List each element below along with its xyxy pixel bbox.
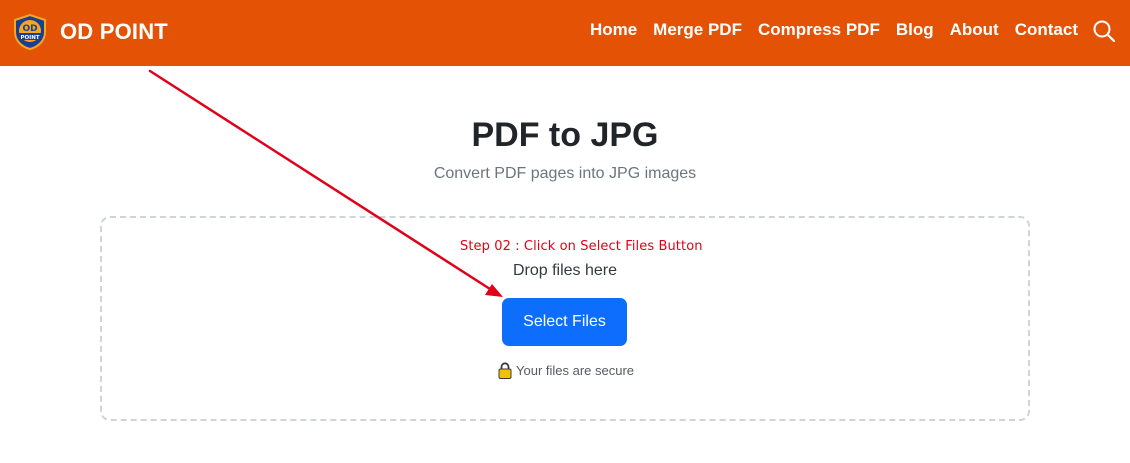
nav-about[interactable]: About bbox=[950, 20, 999, 40]
secure-text: Your files are secure bbox=[516, 363, 635, 378]
nav-blog[interactable]: Blog bbox=[896, 20, 934, 40]
nav-merge-pdf[interactable]: Merge PDF bbox=[653, 20, 742, 40]
drop-files-text: Drop files here bbox=[512, 262, 618, 279]
select-files-button[interactable]: Select Files bbox=[502, 298, 627, 346]
svg-text:POINT: POINT bbox=[20, 35, 39, 41]
brand-link[interactable]: OD POINT OD POINT bbox=[12, 14, 168, 50]
nav-home[interactable]: Home bbox=[590, 20, 637, 40]
secure-notice: Your files are secure bbox=[498, 362, 634, 379]
main-nav: Home Merge PDF Compress PDF Blog About C… bbox=[590, 0, 1078, 60]
search-icon[interactable] bbox=[1092, 19, 1116, 43]
annotation-step-note: Step 02 : Click on Select Files Button bbox=[460, 239, 703, 254]
brand-name: OD POINT bbox=[60, 19, 168, 44]
od-point-logo: OD POINT bbox=[14, 14, 46, 50]
nav-contact[interactable]: Contact bbox=[1015, 20, 1078, 40]
page-subtitle: Convert PDF pages into JPG images bbox=[433, 165, 697, 182]
svg-text:OD: OD bbox=[22, 24, 37, 34]
nav-compress-pdf[interactable]: Compress PDF bbox=[758, 20, 880, 40]
lock-icon bbox=[498, 362, 512, 379]
top-navbar: OD POINT OD POINT Home Merge PDF Compres… bbox=[0, 0, 1130, 66]
page-title: PDF to JPG bbox=[471, 116, 659, 154]
